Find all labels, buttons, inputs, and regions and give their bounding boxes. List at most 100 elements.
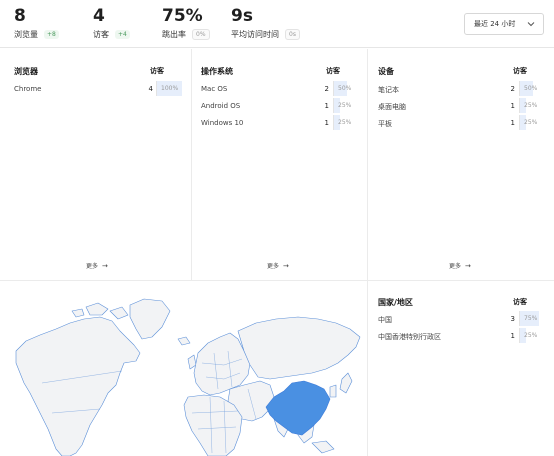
panel-title: 浏览器 bbox=[14, 67, 38, 76]
panel-title: 国家/地区 bbox=[378, 298, 413, 307]
map-region bbox=[339, 372, 353, 394]
column-header-visitors: 访客 bbox=[513, 67, 527, 75]
map-region bbox=[109, 306, 129, 320]
row-label: 笔记本 bbox=[378, 86, 399, 94]
map-region bbox=[15, 316, 141, 456]
row-label: 中国 bbox=[378, 316, 392, 324]
world-map[interactable] bbox=[12, 293, 364, 456]
percent-bar: 50% bbox=[333, 81, 359, 96]
row-count: 3 bbox=[510, 315, 515, 323]
row-percent: 25% bbox=[524, 102, 538, 109]
change-badge: +4 bbox=[115, 30, 130, 39]
arrow-right-icon: → bbox=[283, 261, 289, 270]
percent-bar: 25% bbox=[519, 98, 545, 113]
stat-value: 8 bbox=[14, 6, 26, 26]
row-percent: 25% bbox=[524, 332, 538, 339]
stat-value: 9s bbox=[231, 6, 253, 26]
percent-bar: 25% bbox=[333, 98, 359, 113]
more-label: 更多 bbox=[86, 263, 99, 270]
map-region bbox=[329, 384, 337, 398]
stat-value: 4 bbox=[93, 6, 105, 26]
panel-title: 操作系统 bbox=[201, 67, 233, 76]
row-percent: 25% bbox=[338, 102, 352, 109]
devices-panel: 设备 访客 笔记本 2 50% 桌面电脑 1 25% 平板 1 25% bbox=[378, 66, 544, 132]
row-count: 1 bbox=[324, 119, 329, 127]
percent-bar: 75% bbox=[519, 311, 545, 326]
row-label: Mac OS bbox=[201, 85, 228, 93]
row-percent: 75% bbox=[524, 315, 538, 322]
row-label: 平板 bbox=[378, 120, 392, 128]
browsers-panel: 浏览器 访客 Chrome 4 100% bbox=[14, 66, 182, 98]
table-row[interactable]: 笔记本 2 50% bbox=[378, 81, 544, 98]
map-region bbox=[177, 336, 191, 346]
os-panel: 操作系统 访客 Mac OS 2 50% Android OS 1 25% Wi… bbox=[201, 66, 357, 132]
more-link-browsers[interactable]: 更多 → bbox=[86, 261, 108, 271]
date-range-select[interactable]: 最近 24 小时 bbox=[464, 13, 544, 35]
column-header-visitors: 访客 bbox=[150, 67, 164, 75]
table-row[interactable]: 中国 3 75% bbox=[378, 311, 544, 328]
table-row[interactable]: Mac OS 2 50% bbox=[201, 81, 357, 98]
divider bbox=[367, 49, 368, 456]
row-count: 4 bbox=[148, 85, 153, 93]
row-percent: 50% bbox=[524, 85, 538, 92]
map-region bbox=[187, 354, 197, 370]
map-region bbox=[129, 298, 171, 340]
change-badge: 0% bbox=[192, 29, 210, 40]
change-badge: 0s bbox=[285, 29, 300, 40]
panel-title: 设备 bbox=[378, 67, 394, 76]
map-region bbox=[71, 308, 85, 318]
more-link-devices[interactable]: 更多 → bbox=[449, 261, 471, 271]
column-header-visitors: 访客 bbox=[513, 298, 527, 306]
row-count: 1 bbox=[510, 102, 515, 110]
row-label: Chrome bbox=[14, 85, 42, 93]
row-percent: 25% bbox=[338, 119, 352, 126]
more-link-os[interactable]: 更多 → bbox=[267, 261, 289, 271]
percent-bar: 100% bbox=[156, 81, 182, 96]
percent-bar: 25% bbox=[519, 115, 545, 130]
row-label: 桌面电脑 bbox=[378, 103, 406, 111]
arrow-right-icon: → bbox=[465, 261, 471, 270]
world-map-svg bbox=[15, 298, 361, 456]
map-region bbox=[85, 302, 109, 316]
row-count: 1 bbox=[510, 119, 515, 127]
row-label: 中国香港特别行政区 bbox=[378, 333, 441, 341]
table-row[interactable]: Android OS 1 25% bbox=[201, 98, 357, 115]
date-range-label: 最近 24 小时 bbox=[474, 20, 516, 28]
stat-pageviews: 8 浏览量 +8 bbox=[14, 6, 59, 40]
row-percent: 100% bbox=[161, 85, 179, 92]
stat-label: 浏览量 bbox=[14, 30, 38, 39]
table-row[interactable]: Windows 10 1 25% bbox=[201, 115, 357, 132]
row-count: 1 bbox=[324, 102, 329, 110]
arrow-right-icon: → bbox=[102, 261, 108, 270]
table-row[interactable]: 平板 1 25% bbox=[378, 115, 544, 132]
row-label: Windows 10 bbox=[201, 119, 244, 127]
row-label: Android OS bbox=[201, 102, 241, 110]
row-percent: 25% bbox=[524, 119, 538, 126]
chevron-down-icon bbox=[527, 22, 535, 27]
more-label: 更多 bbox=[449, 263, 462, 270]
column-header-visitors: 访客 bbox=[326, 67, 340, 75]
stat-visitors: 4 访客 +4 bbox=[93, 6, 130, 40]
row-count: 2 bbox=[324, 85, 329, 93]
stat-avg-visit-time: 9s 平均访问时间 0s bbox=[231, 6, 300, 40]
row-count: 2 bbox=[510, 85, 515, 93]
stat-label: 平均访问时间 bbox=[231, 30, 279, 39]
stat-value: 75% bbox=[162, 6, 203, 26]
divider bbox=[0, 280, 554, 281]
map-region bbox=[311, 440, 335, 454]
map-region bbox=[237, 316, 361, 380]
stat-bounce-rate: 75% 跳出率 0% bbox=[162, 6, 210, 40]
table-row[interactable]: Chrome 4 100% bbox=[14, 81, 182, 98]
percent-bar: 50% bbox=[519, 81, 545, 96]
percent-bar: 25% bbox=[519, 328, 545, 343]
stats-bar: 8 浏览量 +8 4 访客 +4 75% 跳出率 0% 9s 平均访问时间 0s… bbox=[0, 0, 554, 48]
stat-label: 访客 bbox=[93, 30, 109, 39]
stat-label: 跳出率 bbox=[162, 30, 186, 39]
table-row[interactable]: 桌面电脑 1 25% bbox=[378, 98, 544, 115]
percent-bar: 25% bbox=[333, 115, 359, 130]
table-row[interactable]: 中国香港特别行政区 1 25% bbox=[378, 328, 544, 345]
divider bbox=[191, 49, 192, 280]
change-badge: +8 bbox=[44, 30, 59, 39]
row-percent: 50% bbox=[338, 85, 352, 92]
row-count: 1 bbox=[510, 332, 515, 340]
